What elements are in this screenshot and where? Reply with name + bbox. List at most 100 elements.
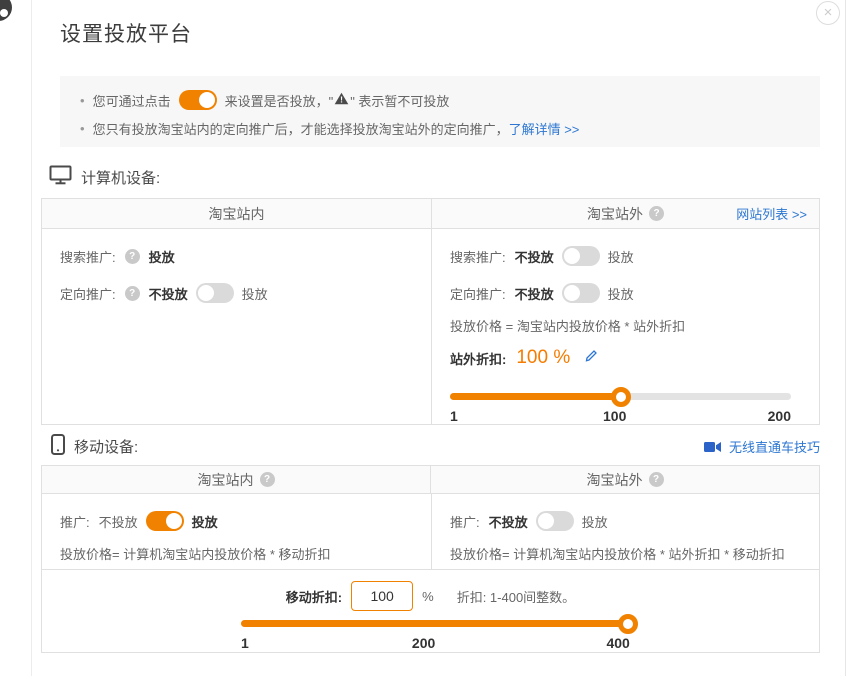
computer-offsite-header: 淘宝站外 ? 网站列表 >> (431, 199, 819, 228)
promo-label: 推广: (60, 512, 90, 531)
help-icon[interactable]: ? (649, 472, 664, 487)
toggle-knob (538, 513, 554, 529)
mobile-discount-slider: 1 200 400 (241, 620, 638, 655)
computer-offsite-header-label: 淘宝站外 (587, 204, 643, 224)
toggle-knob (198, 285, 214, 301)
example-toggle[interactable] (179, 90, 217, 110)
computer-onsite-header: 淘宝站内 (42, 199, 431, 228)
slider-track[interactable] (450, 393, 791, 400)
bullet-icon: • (80, 93, 85, 108)
notice2-text: 您只有投放淘宝站内的定向推广后，才能选择投放淘宝站外的定向推广， (93, 119, 509, 138)
computer-table-header: 淘宝站内 淘宝站外 ? 网站列表 >> (42, 199, 819, 229)
help-icon[interactable]: ? (260, 472, 275, 487)
offsite-price-formula: 投放价格 = 淘宝站内投放价格 * 站外折扣 (450, 316, 801, 336)
mobile-discount-row: 移动折扣: % 折扣: 1-400间整数。 1 200 400 (42, 570, 819, 653)
slider-scale: 1 100 200 (450, 408, 791, 428)
mobile-onsite-header-label: 淘宝站内 (198, 470, 254, 490)
warning-triangle-icon: ! (334, 92, 349, 108)
wireless-tips-row: 无线直通车技巧 (0, 437, 820, 456)
slider-max-label: 400 (606, 635, 629, 651)
search-promo-status: 投放 (149, 247, 175, 266)
offsite-discount-value: 100 % (516, 347, 570, 369)
slider-min-label: 1 (450, 408, 458, 424)
dialog-left-border (31, 0, 32, 676)
computer-offsite-target-row: 定向推广: 不投放 投放 (450, 279, 801, 307)
target-promo-label: 定向推广: (60, 284, 116, 303)
slider-mid-label: 200 (412, 635, 435, 651)
mobile-onsite-price-formula: 投放价格= 计算机淘宝站内投放价格 * 移动折扣 (60, 544, 413, 564)
bullet-icon: • (80, 121, 85, 136)
wireless-tips-link[interactable]: 无线直通车技巧 (729, 440, 820, 455)
mobile-discount-controls: 移动折扣: % 折扣: 1-400间整数。 (42, 580, 819, 612)
slider-scale: 1 200 400 (241, 635, 638, 655)
computer-icon (49, 165, 72, 189)
svg-text:!: ! (340, 95, 343, 105)
computer-onsite-cell: 搜索推广: ? 投放 定向推广: ? 不投放 投放 (42, 229, 431, 425)
mobile-offsite-promo-row: 推广: 不投放 投放 (450, 507, 801, 535)
edit-pencil-icon[interactable] (584, 348, 599, 368)
notice-line-2: • 您只有投放淘宝站内的定向推广后，才能选择投放淘宝站外的定向推广， 了解详情 … (80, 116, 800, 140)
promo-on-label: 投放 (582, 512, 608, 531)
badge-dot (0, 9, 8, 17)
target-on-label: 投放 (242, 284, 268, 303)
promo-off-label: 不投放 (99, 512, 138, 531)
slider-mid-label: 100 (603, 408, 626, 424)
discount-range-hint: 折扣: 1-400间整数。 (457, 587, 575, 606)
mobile-onsite-promo-row: 推广: 不投放 投放 (60, 507, 413, 535)
computer-section-heading: 计算机设备: (49, 165, 160, 189)
slider-area: 1 200 400 (241, 620, 638, 655)
page-title: 设置投放平台 (60, 18, 192, 48)
search-promo-label: 搜索推广: (450, 247, 506, 266)
computer-offsite-search-toggle[interactable] (562, 246, 600, 266)
computer-offsite-search-row: 搜索推广: 不投放 投放 (450, 242, 801, 270)
target-promo-label: 定向推广: (450, 284, 506, 303)
close-icon[interactable]: × (816, 1, 840, 25)
dialog-right-border (845, 0, 846, 676)
help-icon[interactable]: ? (125, 249, 140, 264)
mobile-onsite-header: 淘宝站内 ? (42, 466, 431, 493)
slider-knob[interactable] (618, 614, 638, 634)
video-camera-icon (704, 441, 725, 456)
mobile-discount-input[interactable] (351, 581, 413, 611)
notice1-before: 您可通过点击 (93, 91, 171, 110)
search-on-label: 投放 (608, 247, 634, 266)
mobile-table-body: 推广: 不投放 投放 投放价格= 计算机淘宝站内投放价格 * 移动折扣 推广: … (42, 494, 819, 570)
set-platform-dialog: × 设置投放平台 • 您可通过点击 来设置是否投放，" ! " 表示暂不可投放 … (0, 0, 864, 676)
toggle-knob (199, 92, 215, 108)
percent-unit-label: % (422, 589, 434, 604)
target-off-label: 不投放 (515, 284, 554, 303)
mobile-onsite-promo-toggle[interactable] (146, 511, 184, 531)
offsite-discount-label: 站外折扣: (450, 349, 506, 368)
notice-box: • 您可通过点击 来设置是否投放，" ! " 表示暂不可投放 • 您只有投放淘宝… (60, 76, 820, 147)
mobile-table: 淘宝站内 ? 淘宝站外 ? 推广: 不投放 投放 投放价格= 计算机淘宝站内投放… (41, 465, 820, 653)
computer-onsite-target-row: 定向推广: ? 不投放 投放 (60, 279, 413, 307)
notice1-middle: 来设置是否投放，" (225, 91, 334, 110)
notice1-after: " 表示暂不可投放 (350, 91, 449, 110)
help-icon[interactable]: ? (125, 286, 140, 301)
slider-track[interactable] (241, 620, 638, 627)
slider-fill (450, 393, 621, 400)
mobile-table-header: 淘宝站内 ? 淘宝站外 ? (42, 466, 819, 494)
help-icon[interactable]: ? (649, 206, 664, 221)
offsite-discount-line: 站外折扣: 100 % (450, 345, 801, 371)
search-promo-label: 搜索推广: (60, 247, 116, 266)
mobile-discount-label: 移动折扣: (286, 587, 342, 606)
promo-off-label: 不投放 (489, 512, 528, 531)
toggle-knob (564, 248, 580, 264)
slider-knob[interactable] (611, 387, 631, 407)
offsite-discount-slider: 1 100 200 (450, 393, 791, 428)
toggle-knob (564, 285, 580, 301)
computer-table: 淘宝站内 淘宝站外 ? 网站列表 >> 搜索推广: ? 投放 定向推广: ? 不… (41, 198, 820, 425)
slider-min-label: 1 (241, 635, 249, 651)
learn-more-link[interactable]: 了解详情 >> (509, 119, 580, 138)
slider-max-label: 200 (768, 408, 791, 424)
partial-corner-badge-icon (0, 0, 12, 21)
mobile-offsite-promo-toggle[interactable] (536, 511, 574, 531)
computer-onsite-target-toggle[interactable] (196, 283, 234, 303)
computer-onsite-header-label: 淘宝站内 (209, 204, 265, 224)
computer-offsite-target-toggle[interactable] (562, 283, 600, 303)
computer-section-title: 计算机设备: (81, 167, 160, 188)
computer-onsite-search-row: 搜索推广: ? 投放 (60, 242, 413, 270)
promo-label: 推广: (450, 512, 480, 531)
website-list-link[interactable]: 网站列表 >> (736, 204, 807, 223)
